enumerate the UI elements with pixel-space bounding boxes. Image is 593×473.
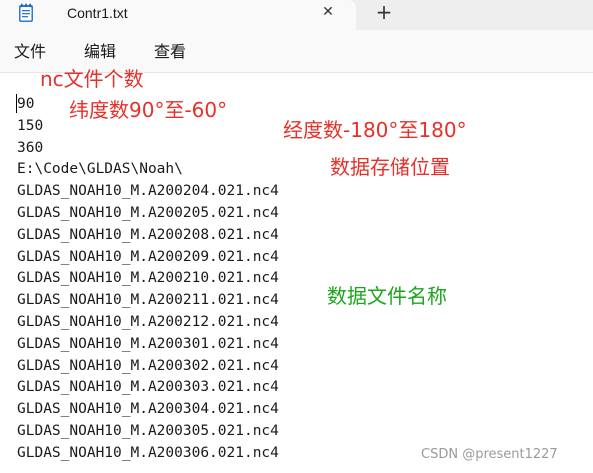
annotation-latitude: 纬度数90°至-60° — [69, 98, 228, 122]
editor-line: GLDAS_NOAH10_M.A200305.021.nc4 — [17, 422, 279, 439]
editor-line: GLDAS_NOAH10_M.A200304.021.nc4 — [17, 401, 279, 418]
plus-icon[interactable]: + — [373, 1, 395, 23]
editor-line: GLDAS_NOAH10_M.A200204.021.nc4 — [17, 183, 279, 200]
editor-lines: 90 150 360 E:\Code\GLDAS\Noah\ GLDAS_NOA… — [17, 94, 279, 465]
menu-file[interactable]: 文件 — [14, 41, 46, 63]
annotation-longitude: 经度数-180°至180° — [283, 118, 467, 142]
editor-line: GLDAS_NOAH10_M.A200303.021.nc4 — [17, 379, 279, 396]
editor-line: GLDAS_NOAH10_M.A200210.021.nc4 — [17, 270, 279, 287]
editor-line: GLDAS_NOAH10_M.A200301.021.nc4 — [17, 335, 279, 352]
text-caret — [16, 94, 17, 113]
editor-line: GLDAS_NOAH10_M.A200302.021.nc4 — [17, 357, 279, 374]
editor-line: GLDAS_NOAH10_M.A200209.021.nc4 — [17, 248, 279, 265]
editor-line: GLDAS_NOAH10_M.A200211.021.nc4 — [17, 292, 279, 309]
menu-view[interactable]: 查看 — [154, 41, 186, 63]
editor-line: GLDAS_NOAH10_M.A200208.021.nc4 — [17, 226, 279, 243]
tab-title: Contr1.txt — [67, 5, 128, 21]
annotation-file-count: nc文件个数 — [40, 67, 144, 91]
menu-edit[interactable]: 编辑 — [84, 41, 116, 63]
csdn-watermark: CSDN @present1227 — [421, 447, 558, 462]
annotation-file-names: 数据文件名称 — [327, 284, 447, 308]
editor-line: GLDAS_NOAH10_M.A200212.021.nc4 — [17, 313, 279, 330]
annotation-storage-path: 数据存储位置 — [330, 155, 450, 179]
editor-line: E:\Code\GLDAS\Noah\ — [17, 161, 183, 178]
editor-line: 360 — [17, 139, 44, 156]
editor-line: GLDAS_NOAH10_M.A200306.021.nc4 — [17, 444, 279, 461]
tab-contr1[interactable]: Contr1.txt ✕ — [0, 0, 356, 30]
notepad-icon — [16, 3, 36, 23]
editor-line: GLDAS_NOAH10_M.A200205.021.nc4 — [17, 204, 279, 221]
close-icon[interactable]: ✕ — [318, 2, 338, 22]
title-bar: Contr1.txt ✕ + — [0, 0, 593, 30]
